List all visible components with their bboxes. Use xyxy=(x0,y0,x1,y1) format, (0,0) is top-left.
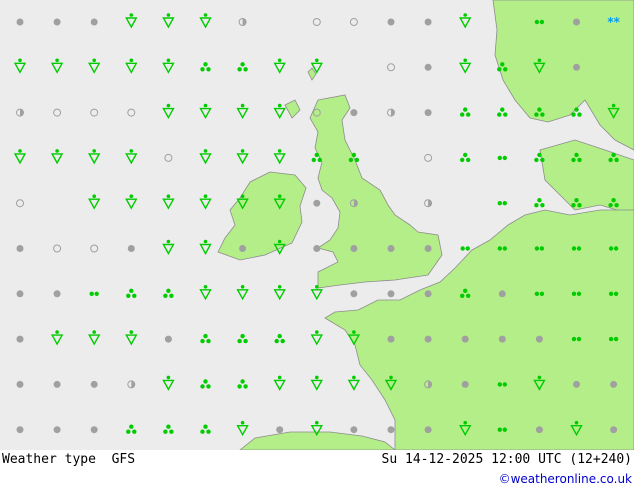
weather-symbol-dry-dot xyxy=(424,290,432,298)
weather-symbol-dry-dot xyxy=(127,245,135,252)
weather-symbol-dry-dot xyxy=(424,426,432,434)
valid-time-label: Su 14-12-2025 12:00 UTC (12+240) xyxy=(381,452,632,467)
weather-symbol-dry-dot xyxy=(53,290,61,298)
weather-symbol-dry-dot xyxy=(16,290,24,298)
weather-symbol-dry-dot xyxy=(164,335,172,343)
weather-symbol-dry-dot xyxy=(424,63,432,71)
weather-symbol-dry-dot xyxy=(424,18,432,26)
weather-symbol-dry-dot xyxy=(90,380,98,388)
weather-symbol-dry-dot xyxy=(461,335,469,343)
weather-symbol-dry-dot xyxy=(239,245,247,252)
weather-symbol-dry-dot xyxy=(424,109,432,117)
weather-symbol-dry-dot xyxy=(90,426,98,434)
weather-symbol-snow: ** xyxy=(607,15,620,29)
weather-map: **** xyxy=(0,0,634,450)
weather-symbol-dry-dot xyxy=(350,290,358,298)
weather-symbol-dry-dot xyxy=(387,18,395,26)
weather-symbol-dry-dot xyxy=(535,426,543,434)
weather-symbol-dry-dot xyxy=(498,290,506,298)
credit-link[interactable]: ©weatheronline.co.uk xyxy=(499,472,632,486)
footer-left: Weather type GFS xyxy=(2,452,135,467)
weather-symbol-dry-dot xyxy=(16,380,24,388)
weather-symbol-dry-dot xyxy=(313,199,321,207)
weather-symbol-dry-dot xyxy=(610,380,618,388)
weather-symbol-dry-dot xyxy=(16,245,24,252)
weather-symbol-dry-dot xyxy=(573,63,580,71)
weather-symbol-dry-dot xyxy=(610,426,618,434)
weather-symbol-dry-dot xyxy=(16,335,24,343)
weather-symbol-dry-dot xyxy=(53,380,61,388)
weather-symbol-dry-dot xyxy=(461,380,469,388)
weather-symbol-dry-dot xyxy=(350,109,358,117)
map-type-label: Weather type xyxy=(2,452,96,467)
weather-symbol-dry-dot xyxy=(387,426,395,434)
weather-symbol-dry-dot xyxy=(276,426,284,434)
model-label: GFS xyxy=(111,452,136,467)
weather-symbol-dry-dot xyxy=(573,18,580,26)
weather-symbol-dry-dot xyxy=(387,245,395,252)
weather-symbol-dry-dot xyxy=(573,380,580,388)
weather-symbol-dry-dot xyxy=(498,335,506,343)
svg-text:**: ** xyxy=(607,15,620,29)
weather-symbol-dry-dot xyxy=(350,245,358,252)
weather-symbol-dry-dot xyxy=(53,18,61,26)
weather-symbol-dry-dot xyxy=(535,335,543,343)
weather-symbol-dry-dot xyxy=(16,426,24,434)
weather-symbol-dry-dot xyxy=(424,245,432,252)
weather-symbol-dry-dot xyxy=(387,290,395,298)
weather-symbol-dry-dot xyxy=(313,245,321,252)
weather-symbol-dry-dot xyxy=(90,18,98,26)
weather-symbol-dry-dot xyxy=(53,426,61,434)
weather-symbol-dry-dot xyxy=(424,335,432,343)
weather-symbol-dry-dot xyxy=(387,335,395,343)
weather-symbol-dry-dot xyxy=(16,18,24,26)
weather-symbol-dry-dot xyxy=(350,426,358,434)
